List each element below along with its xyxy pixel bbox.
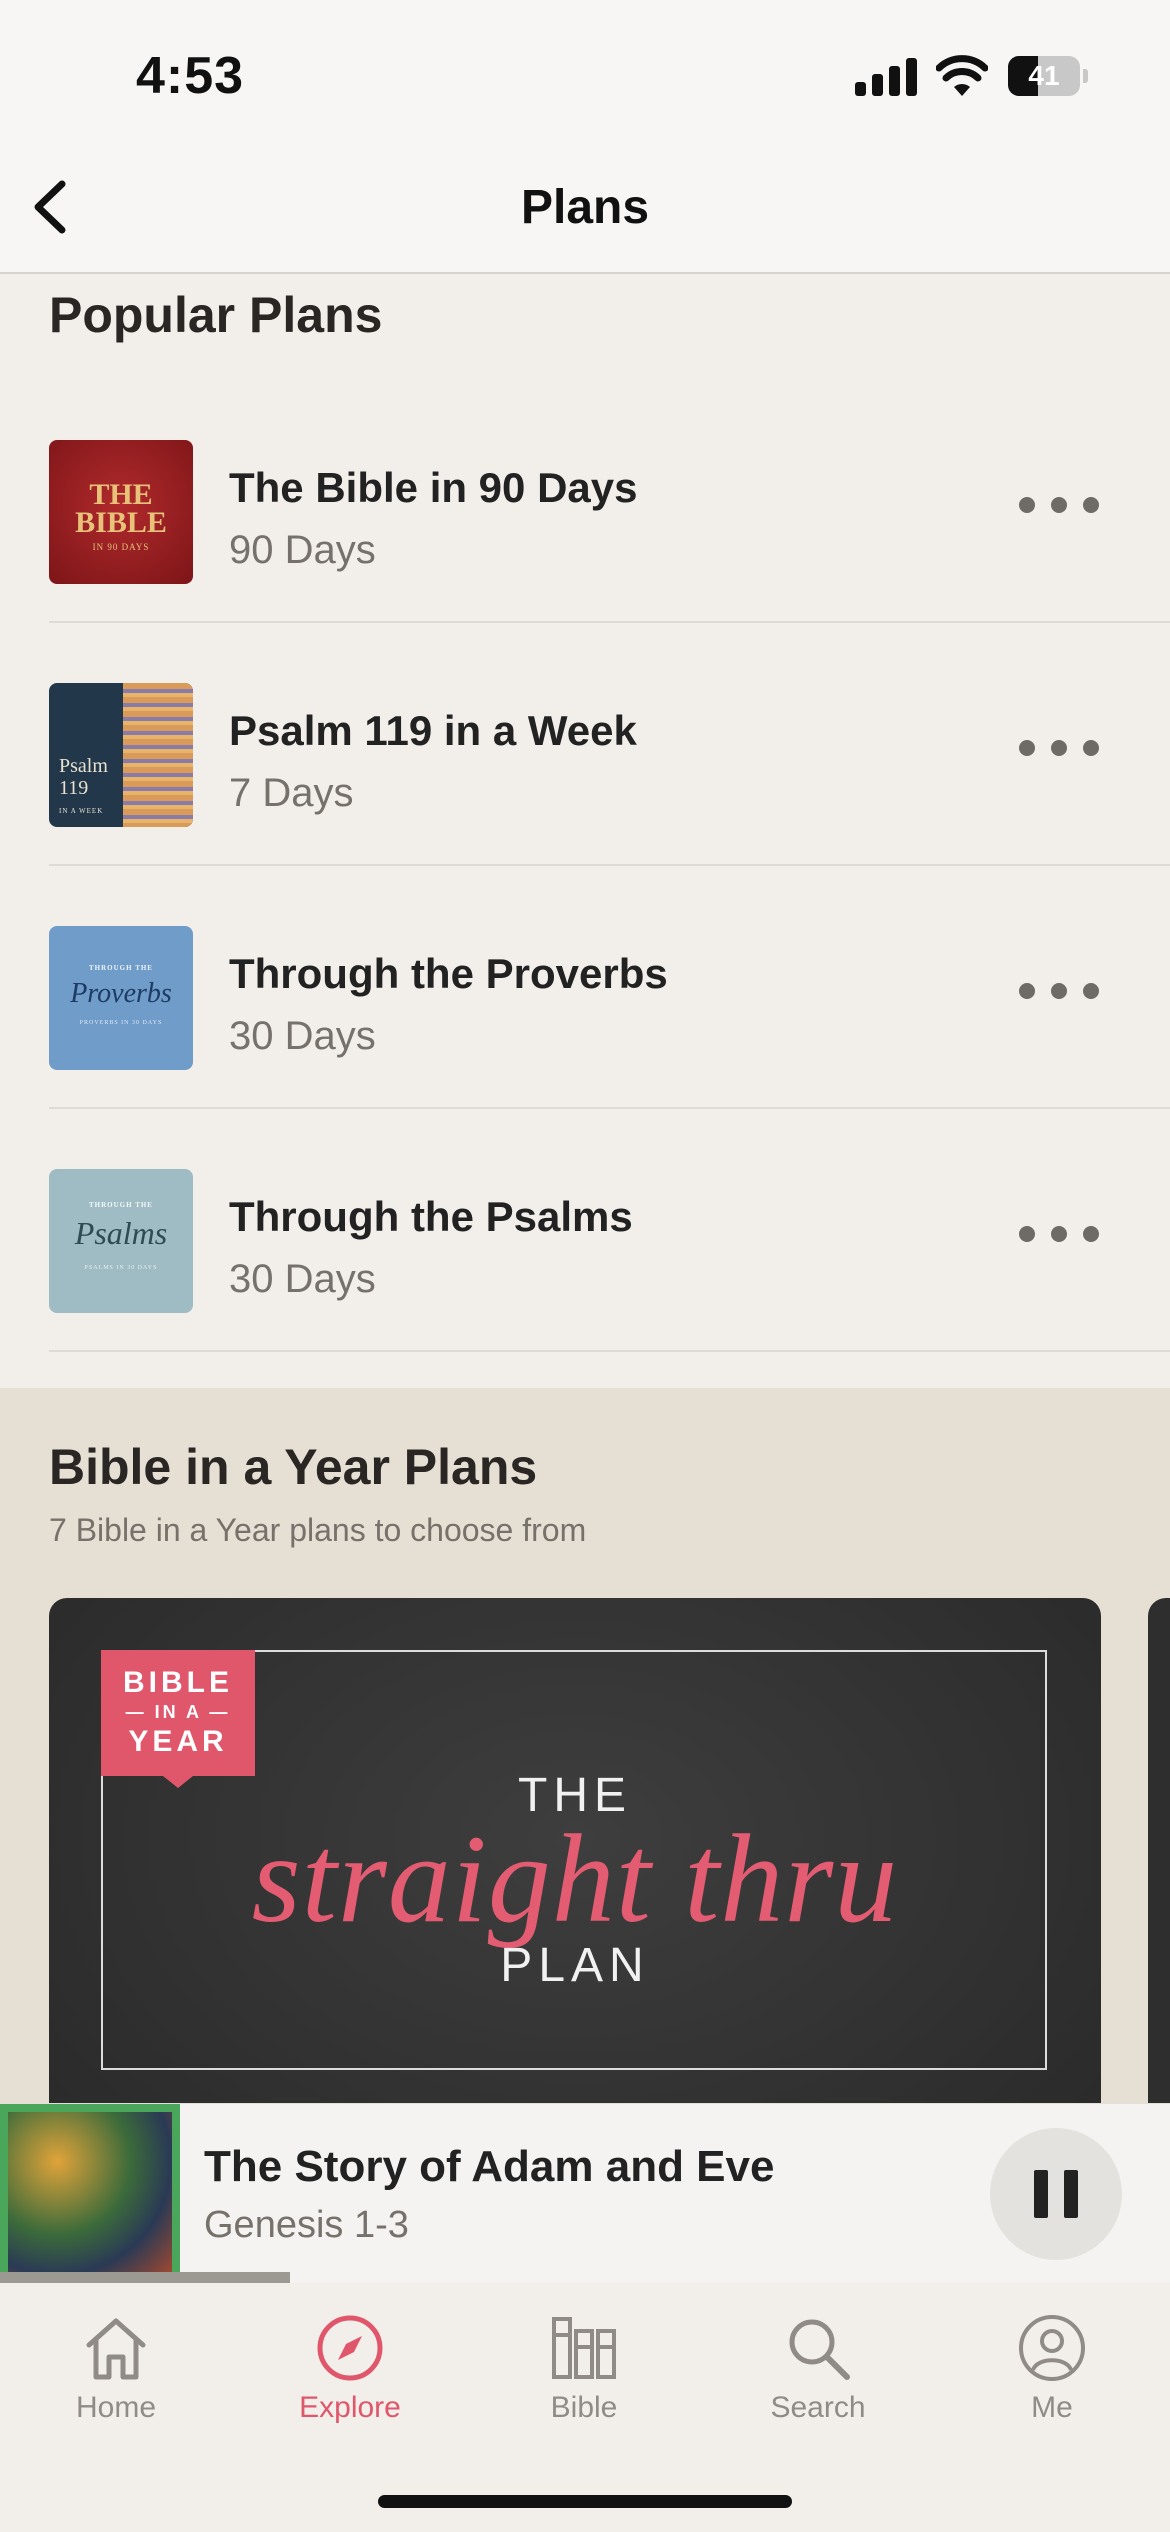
plan-thumbnail: Psalm 119 IN A WEEK (49, 683, 193, 827)
wifi-icon (936, 55, 988, 96)
tab-me[interactable]: Me (962, 2303, 1142, 2443)
tab-home[interactable]: Home (26, 2303, 206, 2443)
playback-progress-bar (0, 2272, 290, 2283)
cellular-signal-icon (855, 58, 917, 96)
page-title: Plans (520, 181, 650, 234)
plan-thumbnail: THE BIBLE IN 90 DAYS (49, 440, 193, 584)
plan-title: The Bible in 90 Days (229, 464, 638, 511)
plan-duration: 30 Days (229, 1257, 376, 1301)
tab-bible[interactable]: Bible (494, 2303, 674, 2443)
plan-duration: 7 Days (229, 771, 354, 815)
plan-row[interactable]: THROUGH THE Psalms PSALMS IN 30 DAYS Thr… (49, 1109, 1170, 1352)
more-options-button[interactable] (1019, 733, 1099, 763)
plan-duration: 30 Days (229, 1014, 376, 1058)
plan-row[interactable]: Psalm 119 IN A WEEK Psalm 119 in a Week … (49, 623, 1170, 866)
compass-icon (317, 2315, 383, 2381)
card-script-title: straight thru (251, 1810, 899, 1949)
plan-row[interactable]: THROUGH THE Proverbs PROVERBS IN 30 DAYS… (49, 866, 1170, 1109)
status-time: 4:53 (136, 47, 245, 105)
now-playing-title: The Story of Adam and Eve (204, 2142, 775, 2191)
plan-title: Through the Proverbs (229, 950, 668, 997)
person-icon (1019, 2315, 1085, 2381)
now-playing-subtitle: Genesis 1-3 (204, 2204, 409, 2246)
plan-row[interactable]: THE BIBLE IN 90 DAYS The Bible in 90 Day… (49, 380, 1170, 623)
battery-level: 41 (1028, 60, 1060, 91)
plan-thumbnail: THROUGH THE Psalms PSALMS IN 30 DAYS (49, 1169, 193, 1313)
home-icon (86, 2318, 146, 2380)
popular-plans-heading: Popular Plans (49, 287, 383, 343)
battery-icon: 41 (1008, 56, 1088, 96)
plan-title: Through the Psalms (229, 1193, 633, 1240)
more-options-button[interactable] (1019, 490, 1099, 520)
tab-search[interactable]: Search (728, 2303, 908, 2443)
pause-button[interactable] (990, 2128, 1122, 2260)
tab-explore[interactable]: Explore (260, 2303, 440, 2443)
bible-in-a-year-badge: BIBLE — IN A — YEAR (101, 1650, 255, 1788)
more-options-button[interactable] (1019, 976, 1099, 1006)
books-icon (552, 2317, 616, 2379)
plan-thumbnail: THROUGH THE Proverbs PROVERBS IN 30 DAYS (49, 926, 193, 1070)
plan-title: Psalm 119 in a Week (229, 707, 637, 754)
card-plan-text: PLAN (500, 1939, 650, 1992)
plan-duration: 90 Days (229, 528, 376, 572)
now-playing-bar[interactable]: The Story of Adam and Eve Genesis 1-3 (0, 2103, 1170, 2284)
status-bar: 4:53 41 (0, 0, 1170, 150)
more-options-button[interactable] (1019, 1219, 1099, 1249)
bible-in-a-year-subtitle: 7 Bible in a Year plans to choose from (49, 1512, 587, 1548)
bible-in-a-year-heading: Bible in a Year Plans (49, 1439, 538, 1495)
now-playing-artwork (0, 2104, 180, 2284)
search-icon (789, 2319, 850, 2380)
nav-bar: Plans (0, 150, 1170, 274)
home-indicator (378, 2495, 792, 2508)
